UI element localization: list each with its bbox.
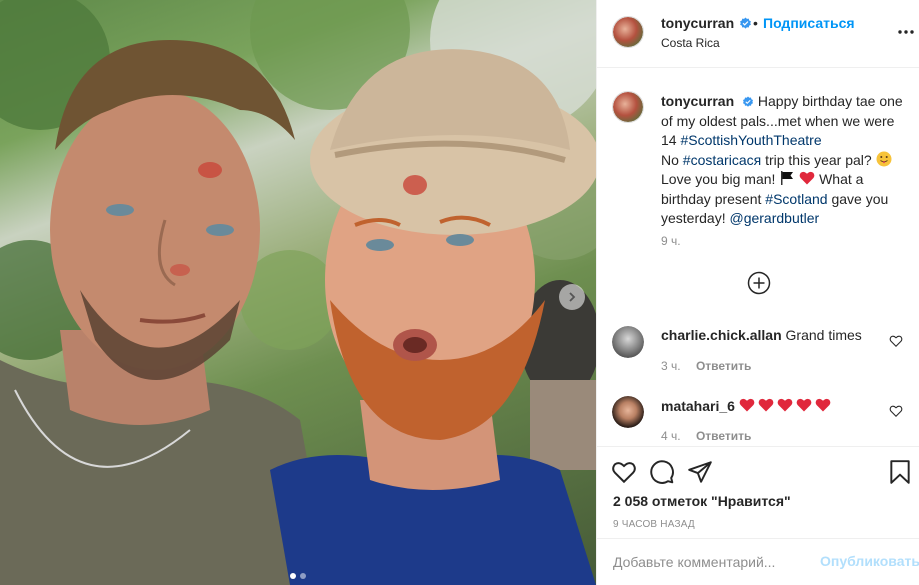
carousel-next-icon [569, 292, 576, 302]
carousel-dot-active [290, 573, 296, 579]
comment-meta: 3 ч. Ответить [661, 359, 751, 373]
caption-text-2: No [661, 151, 679, 168]
carousel-indicator [0, 573, 596, 579]
author-username[interactable]: tonycurran [661, 15, 734, 31]
heart-icon[interactable] [611, 459, 637, 485]
carousel-dot [300, 573, 306, 579]
red-heart-emoji-icon [799, 171, 815, 185]
comment: charlie.chick.allan Grand times [661, 327, 862, 343]
verified-icon [743, 96, 754, 107]
selfie-photo-illustration [0, 0, 596, 585]
publish-button[interactable]: Опубликовать [820, 553, 919, 569]
bookmark-icon[interactable] [887, 459, 913, 485]
commenter-avatar[interactable] [612, 326, 644, 358]
comment-text: Grand times [785, 327, 862, 343]
comment-like-heart-icon[interactable] [889, 334, 903, 348]
verified-icon [740, 17, 751, 29]
comment-time[interactable]: 3 ч. [661, 359, 681, 373]
reply-button[interactable]: Ответить [696, 359, 751, 373]
tongue-emoji-icon [876, 151, 892, 166]
red-heart-emoji-icon [777, 398, 793, 412]
author-avatar[interactable] [612, 16, 644, 48]
mention-link[interactable]: @gerardbutler [729, 210, 819, 226]
likes-count[interactable]: 2 058 отметок "Нравится" [613, 493, 791, 509]
hashtag-link[interactable]: #Scotland [765, 191, 827, 207]
black-flag-emoji-icon [781, 171, 794, 185]
red-heart-emoji-icon [796, 398, 812, 412]
comment-username[interactable]: charlie.chick.allan [661, 327, 782, 343]
comment-icon[interactable] [649, 459, 675, 485]
caption-text-3: trip this year pal? [765, 151, 872, 168]
add-comment-form: Опубликовать [597, 538, 919, 585]
red-heart-emoji-icon [758, 398, 774, 412]
comment-username[interactable]: matahari_6 [661, 398, 735, 414]
caption-username[interactable]: tonycurran [661, 93, 734, 109]
post-timestamp: 9 ЧАСОВ НАЗАД [613, 519, 695, 530]
reply-button[interactable]: Ответить [696, 429, 751, 443]
red-heart-emoji-icon [739, 398, 755, 412]
hashtag-link[interactable]: #costaricacя [683, 152, 761, 168]
comment-time[interactable]: 4 ч. [661, 429, 681, 443]
comment-hearts [739, 398, 834, 414]
follow-button[interactable]: Подписаться [763, 15, 855, 31]
comment-like-heart-icon[interactable] [889, 404, 903, 418]
post-location[interactable]: Costa Rica [661, 36, 720, 50]
post-caption: tonycurran Happy birthday tae one of my … [661, 92, 907, 229]
add-comments-icon[interactable] [747, 271, 771, 295]
instagram-post: tonycurran • Подписаться Costa Rica tony… [0, 0, 919, 585]
share-icon[interactable] [687, 459, 713, 485]
post-photo[interactable] [0, 0, 596, 585]
caption-text-4: Love you big man! [661, 171, 776, 187]
post-actions: 2 058 отметок "Нравится" 9 ЧАСОВ НАЗАД О… [597, 446, 919, 585]
caption-time[interactable]: 9 ч. [661, 234, 681, 248]
hashtag-link[interactable]: #ScottishYouthTheatre [680, 132, 821, 148]
carousel-next-button[interactable] [559, 284, 585, 310]
header-separator: • [753, 15, 758, 31]
red-heart-emoji-icon [815, 398, 831, 412]
commenter-avatar[interactable] [612, 396, 644, 428]
post-header: tonycurran • Подписаться Costa Rica [597, 0, 919, 68]
comment: matahari_6 [661, 397, 834, 414]
caption-author-avatar[interactable] [612, 91, 644, 123]
more-options-icon[interactable] [897, 22, 915, 42]
comment-input[interactable] [613, 551, 813, 573]
comment-meta: 4 ч. Ответить [661, 429, 751, 443]
post-side-panel: tonycurran • Подписаться Costa Rica tony… [596, 0, 919, 585]
